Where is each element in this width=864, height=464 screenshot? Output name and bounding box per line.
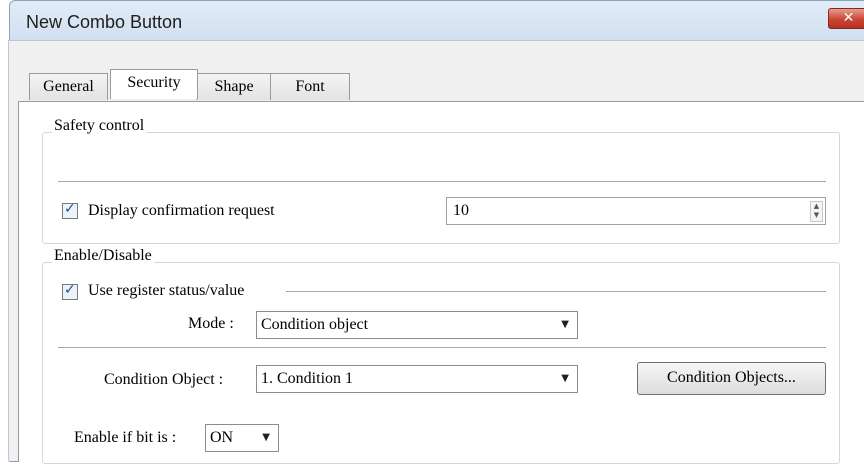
condition-object-select[interactable]: 1. Condition 1 ▼ [256, 365, 578, 393]
mode-divider [58, 347, 826, 348]
condition-objects-button[interactable]: Condition Objects... [637, 362, 826, 395]
safety-control-title: Safety control [52, 117, 147, 135]
tab-font[interactable]: Font [270, 73, 350, 100]
tab-shape[interactable]: Shape [196, 73, 272, 100]
tab-shape-label: Shape [214, 78, 254, 95]
enable-bit-value: ON [210, 429, 234, 446]
chevron-down-icon: ▼ [561, 319, 569, 330]
spin-updown-icon[interactable]: ▲ ▼ [810, 201, 823, 222]
confirmation-seconds-input[interactable]: 10 ▲ ▼ [446, 197, 826, 225]
tab-font-label: Font [295, 78, 325, 95]
condition-object-value: 1. Condition 1 [261, 370, 354, 387]
use-register-label: Use register status/value [86, 282, 247, 300]
use-register-divider [286, 291, 826, 292]
enable-disable-title: Enable/Disable [52, 247, 154, 265]
display-confirmation-checkbox[interactable] [62, 201, 78, 219]
window-title: New Combo Button [26, 12, 183, 32]
mode-label: Mode : [186, 315, 236, 333]
title-bar[interactable]: New Combo Button ✕ [10, 1, 864, 41]
safety-control-group [42, 132, 840, 244]
mode-value: Condition object [261, 316, 369, 333]
tab-security[interactable]: Security [110, 69, 198, 99]
tab-security-label: Security [127, 74, 181, 91]
mode-select[interactable]: Condition object ▼ [256, 311, 578, 339]
enable-bit-select[interactable]: ON ▼ [205, 424, 279, 452]
confirmation-seconds-value: 10 [453, 202, 469, 219]
tab-general[interactable]: General [29, 73, 108, 100]
condition-object-label: Condition Object : [102, 371, 226, 389]
display-confirmation-label: Display confirmation request [86, 202, 277, 220]
chevron-down-icon: ▼ [262, 432, 270, 443]
safety-divider [58, 181, 826, 182]
use-register-checkbox[interactable] [62, 282, 78, 300]
close-button[interactable]: ✕ [828, 8, 864, 29]
enable-bit-label: Enable if bit is : [72, 429, 179, 447]
close-icon: ✕ [842, 10, 855, 26]
condition-objects-button-label: Condition Objects... [667, 369, 796, 386]
chevron-down-icon: ▼ [561, 373, 569, 384]
tab-general-label: General [43, 78, 94, 95]
